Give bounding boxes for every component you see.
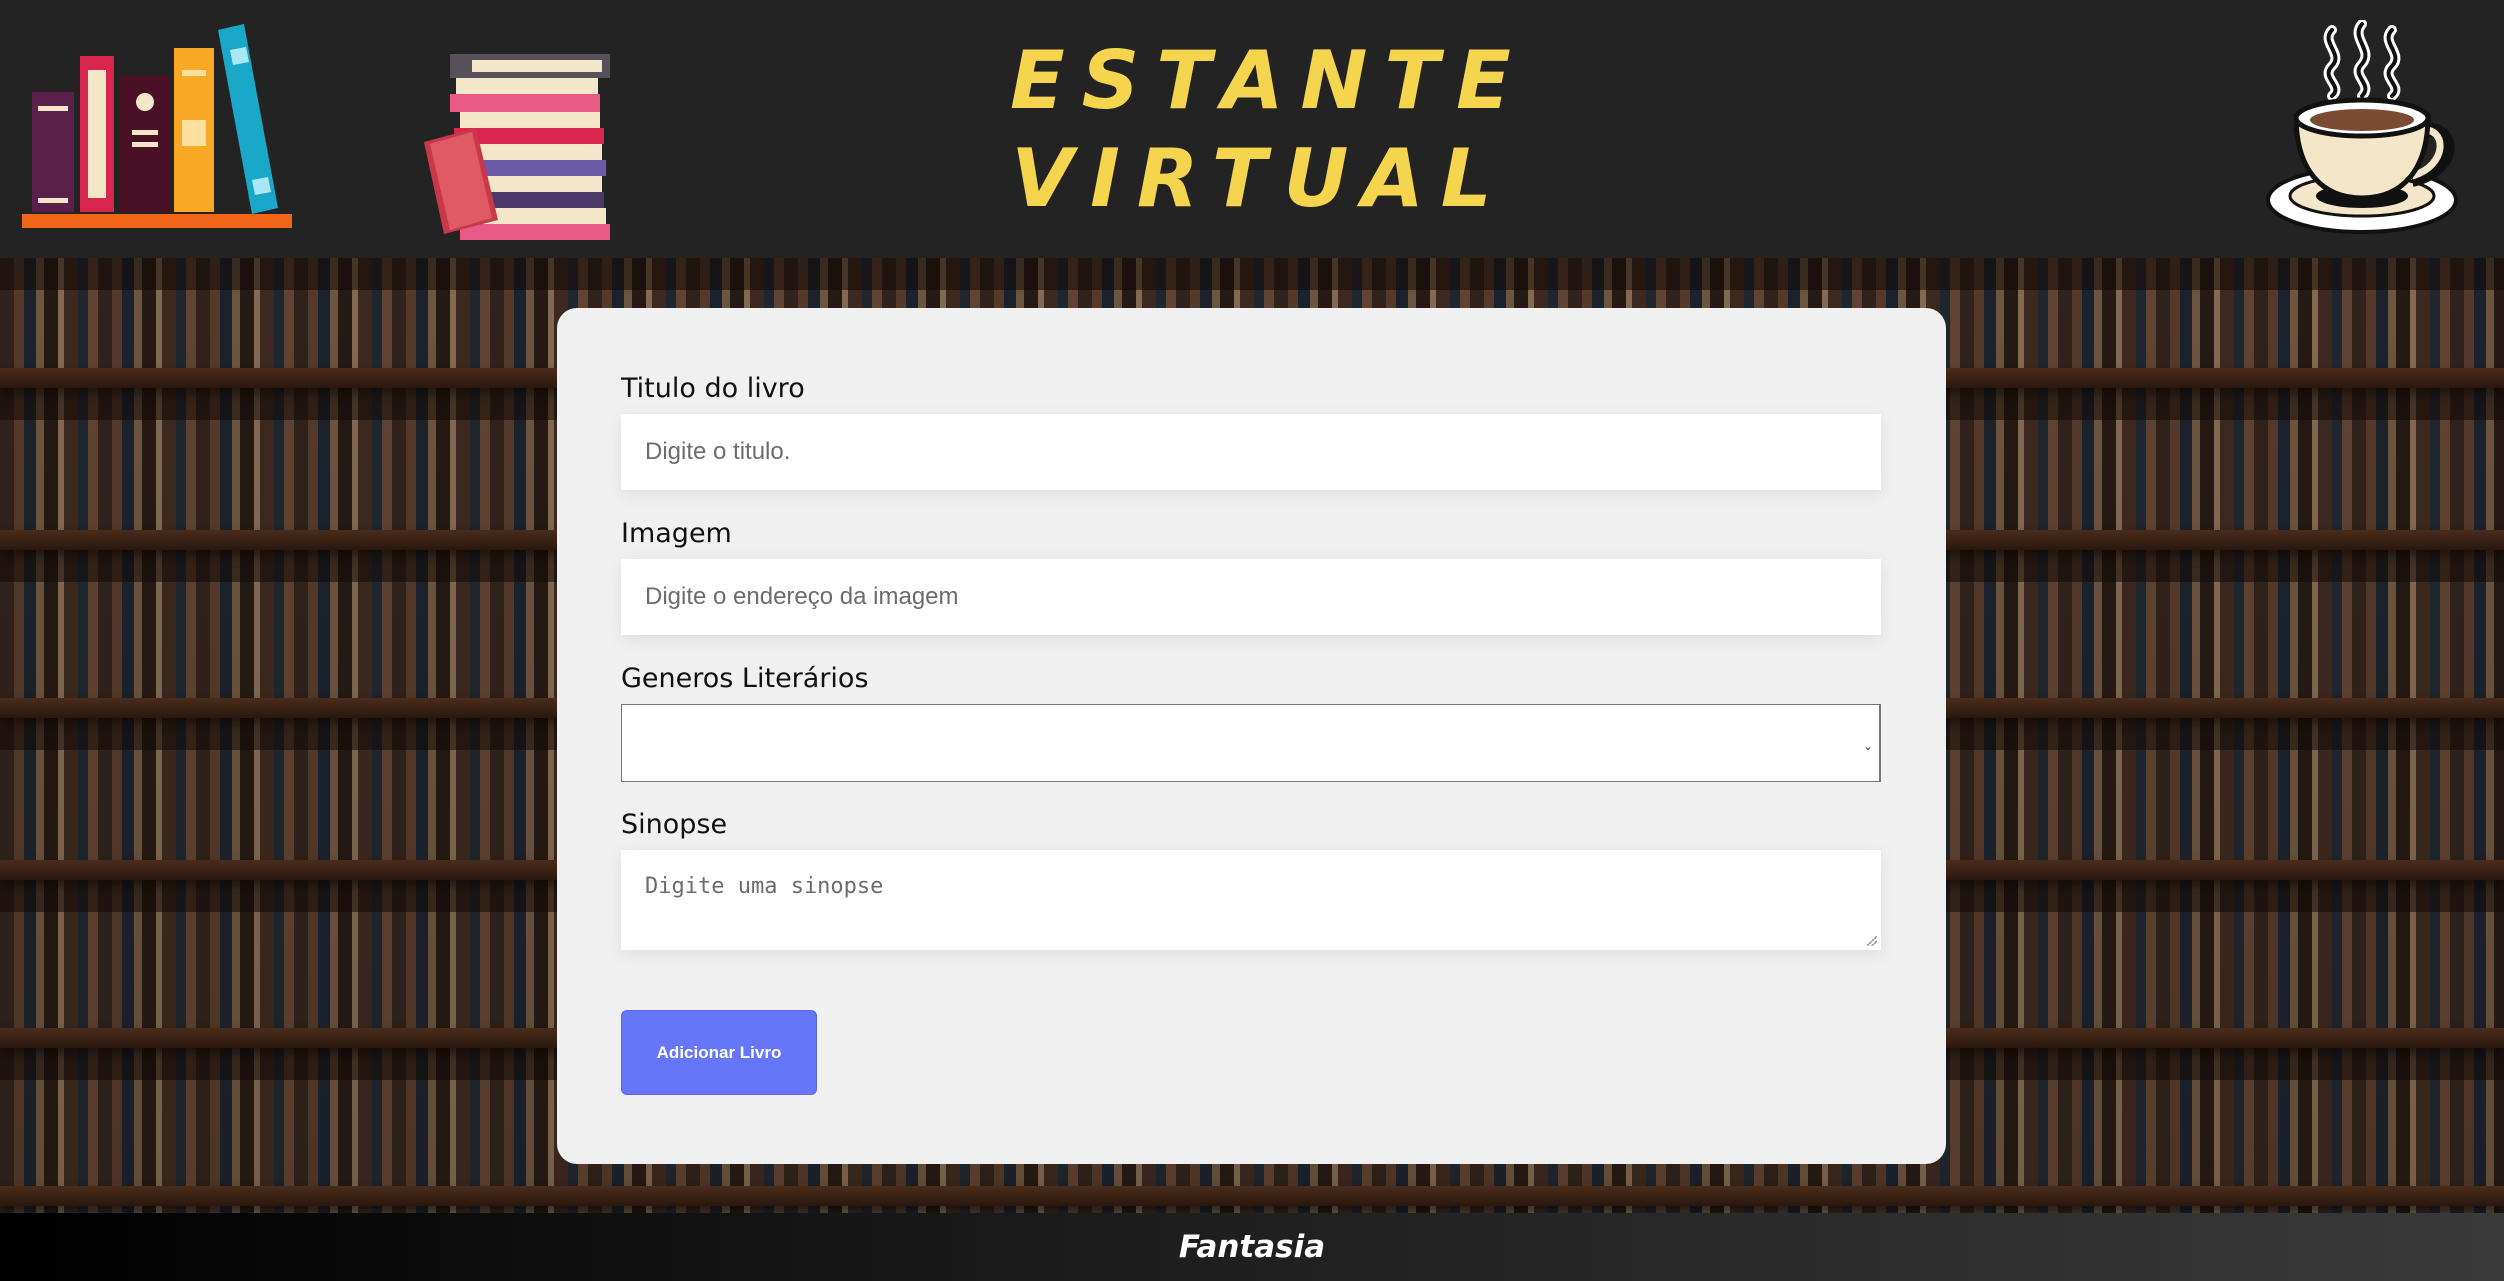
coffee-cup-icon xyxy=(2266,20,2458,234)
image-url-input[interactable] xyxy=(621,559,1881,635)
add-book-button[interactable]: Adicionar Livro xyxy=(621,1010,817,1095)
book-form: Titulo do livro Imagem Generos Literário… xyxy=(557,308,1946,1164)
genre-label: Generos Literários xyxy=(621,663,869,694)
resize-handle-icon[interactable] xyxy=(1867,936,1877,946)
book-stack-icon xyxy=(424,54,610,240)
title-label: Titulo do livro xyxy=(621,373,805,404)
shelf-gap xyxy=(0,258,2504,290)
title-input[interactable] xyxy=(621,414,1881,490)
footer-text: Fantasia xyxy=(1178,1229,1326,1265)
genre-select[interactable]: ⌄ xyxy=(621,704,1881,782)
site-header: ESTANTE VIRTUAL xyxy=(0,0,2504,258)
shelf-board xyxy=(0,1186,2504,1206)
chevron-down-icon: ⌄ xyxy=(1862,739,1873,753)
site-title: ESTANTE VIRTUAL xyxy=(1010,32,1528,228)
synopsis-textarea[interactable] xyxy=(621,850,1881,950)
site-title-line1: ESTANTE xyxy=(1010,34,1528,127)
image-label: Imagem xyxy=(621,518,732,549)
synopsis-wrapper xyxy=(557,850,1946,950)
site-title-line2: VIRTUAL xyxy=(1011,132,1509,225)
synopsis-label: Sinopse xyxy=(621,809,728,840)
book-shelf-icon xyxy=(22,24,292,228)
site-footer: Fantasia xyxy=(0,1213,2504,1281)
